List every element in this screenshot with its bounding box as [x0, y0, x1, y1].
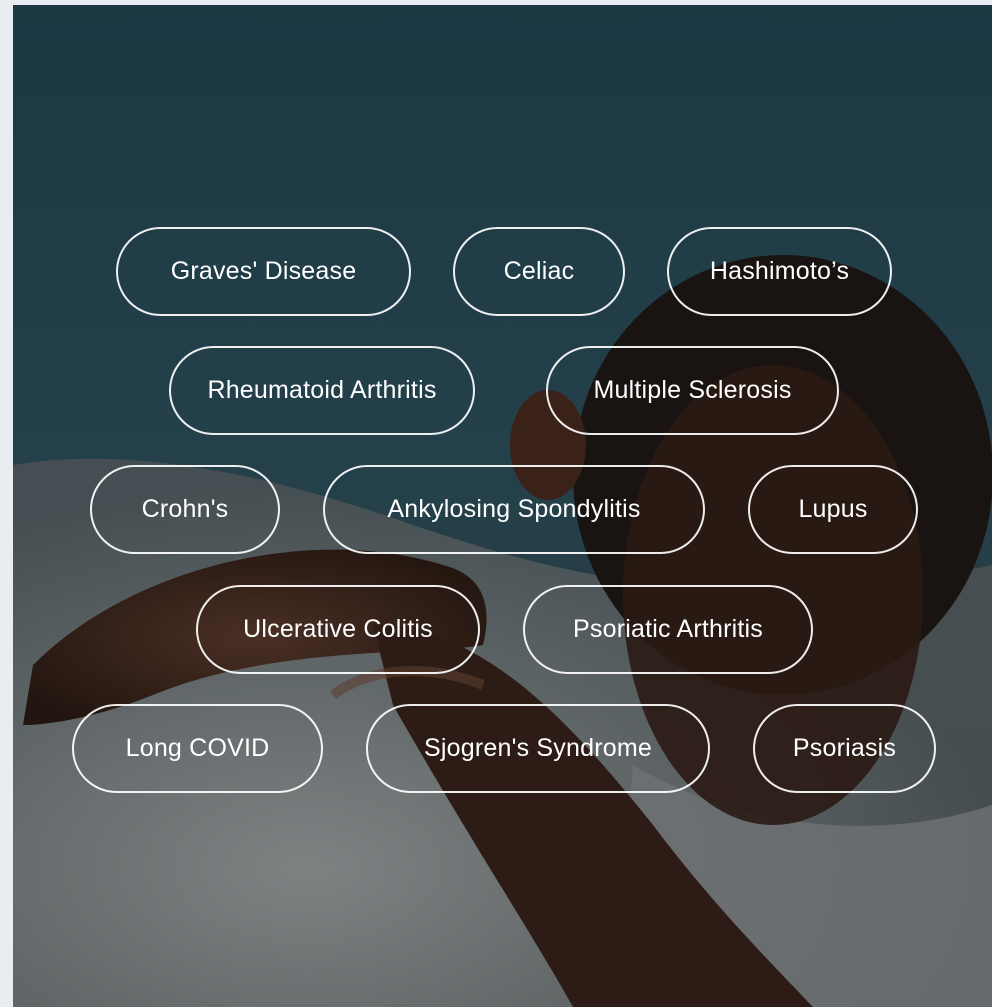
condition-pill-ankylosing-spondylitis[interactable]: Ankylosing Spondylitis [323, 465, 705, 554]
condition-pill-long-covid[interactable]: Long COVID [72, 704, 323, 793]
condition-pill-lupus[interactable]: Lupus [748, 465, 918, 554]
condition-pill-multiple-sclerosis[interactable]: Multiple Sclerosis [546, 346, 839, 435]
condition-pill-rheumatoid-arthritis[interactable]: Rheumatoid Arthritis [169, 346, 475, 435]
hero-image-panel: Graves' Disease Celiac Hashimoto’s Rheum… [13, 5, 992, 1007]
condition-pill-ulcerative-colitis[interactable]: Ulcerative Colitis [196, 585, 480, 674]
condition-pill-psoriatic-arthritis[interactable]: Psoriatic Arthritis [523, 585, 813, 674]
condition-pill-graves-disease[interactable]: Graves' Disease [116, 227, 411, 316]
condition-pill-sjogrens-syndrome[interactable]: Sjogren's Syndrome [366, 704, 710, 793]
condition-pill-hashimotos[interactable]: Hashimoto’s [667, 227, 892, 316]
condition-pill-psoriasis[interactable]: Psoriasis [753, 704, 936, 793]
condition-pill-celiac[interactable]: Celiac [453, 227, 625, 316]
condition-pill-crohns[interactable]: Crohn's [90, 465, 280, 554]
